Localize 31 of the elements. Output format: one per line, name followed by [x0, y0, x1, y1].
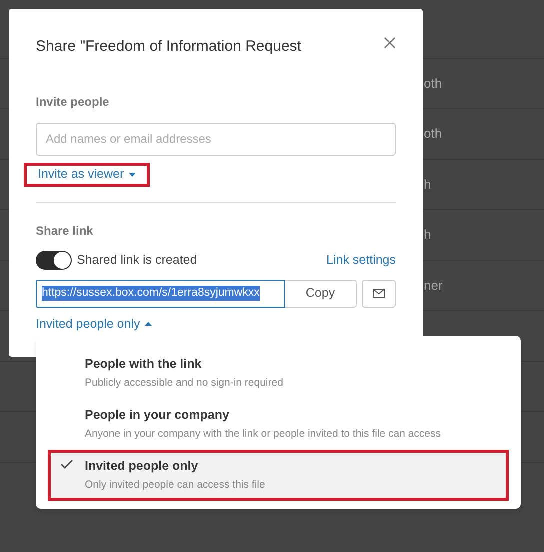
shared-link-toggle[interactable] [36, 250, 72, 270]
invite-role-link[interactable]: Invite as viewer [24, 162, 150, 186]
menu-item-title: People in your company [85, 407, 230, 424]
menu-item-description: Only invited people can access this file [85, 478, 266, 493]
copy-button[interactable]: Copy [285, 280, 357, 308]
envelope-icon [373, 289, 385, 298]
menu-item-title: People with the link [85, 356, 203, 373]
table-cell-text: oth [424, 125, 442, 143]
checkmark-icon [61, 460, 73, 469]
table-cell-text: ner [424, 276, 443, 294]
shared-link-field[interactable]: https://sussex.box.com/s/1erra8syjumwkxx [36, 280, 285, 308]
section-label: Share link [36, 222, 94, 240]
dialog-title: Share "Freedom of Information Request [36, 37, 302, 57]
caret-icon [145, 322, 152, 326]
email-button[interactable] [362, 280, 396, 308]
toggle-label: Shared link is created [77, 252, 198, 269]
table-cell-text: oth [424, 74, 442, 92]
table-cell-text: h [424, 226, 432, 244]
section-label: Invite people [36, 94, 110, 110]
menu-item[interactable]: People in your company Anyone in your company with the link or people invited to this file can access [48, 399, 509, 450]
menu-item-title: Invited people only [85, 458, 200, 475]
caret-icon [129, 172, 136, 176]
menu-item-description: Anyone in your company with the link or people invited to this file can access [85, 426, 442, 442]
menu-item[interactable]: People with the link Publicly accessible and no sign-in required [48, 348, 509, 399]
close-icon[interactable] [384, 37, 396, 49]
table-cell-text: h [424, 176, 432, 194]
menu-item-description: Publicly accessible and no sign-in required [85, 376, 284, 391]
link-settings-link[interactable]: Link settings [326, 250, 396, 270]
invite-field[interactable]: Add names or email addresses [36, 122, 396, 156]
menu-item[interactable]: Invited people only Only invited people can access this file [48, 450, 509, 501]
access-level-link[interactable]: Invited people only [36, 314, 152, 334]
